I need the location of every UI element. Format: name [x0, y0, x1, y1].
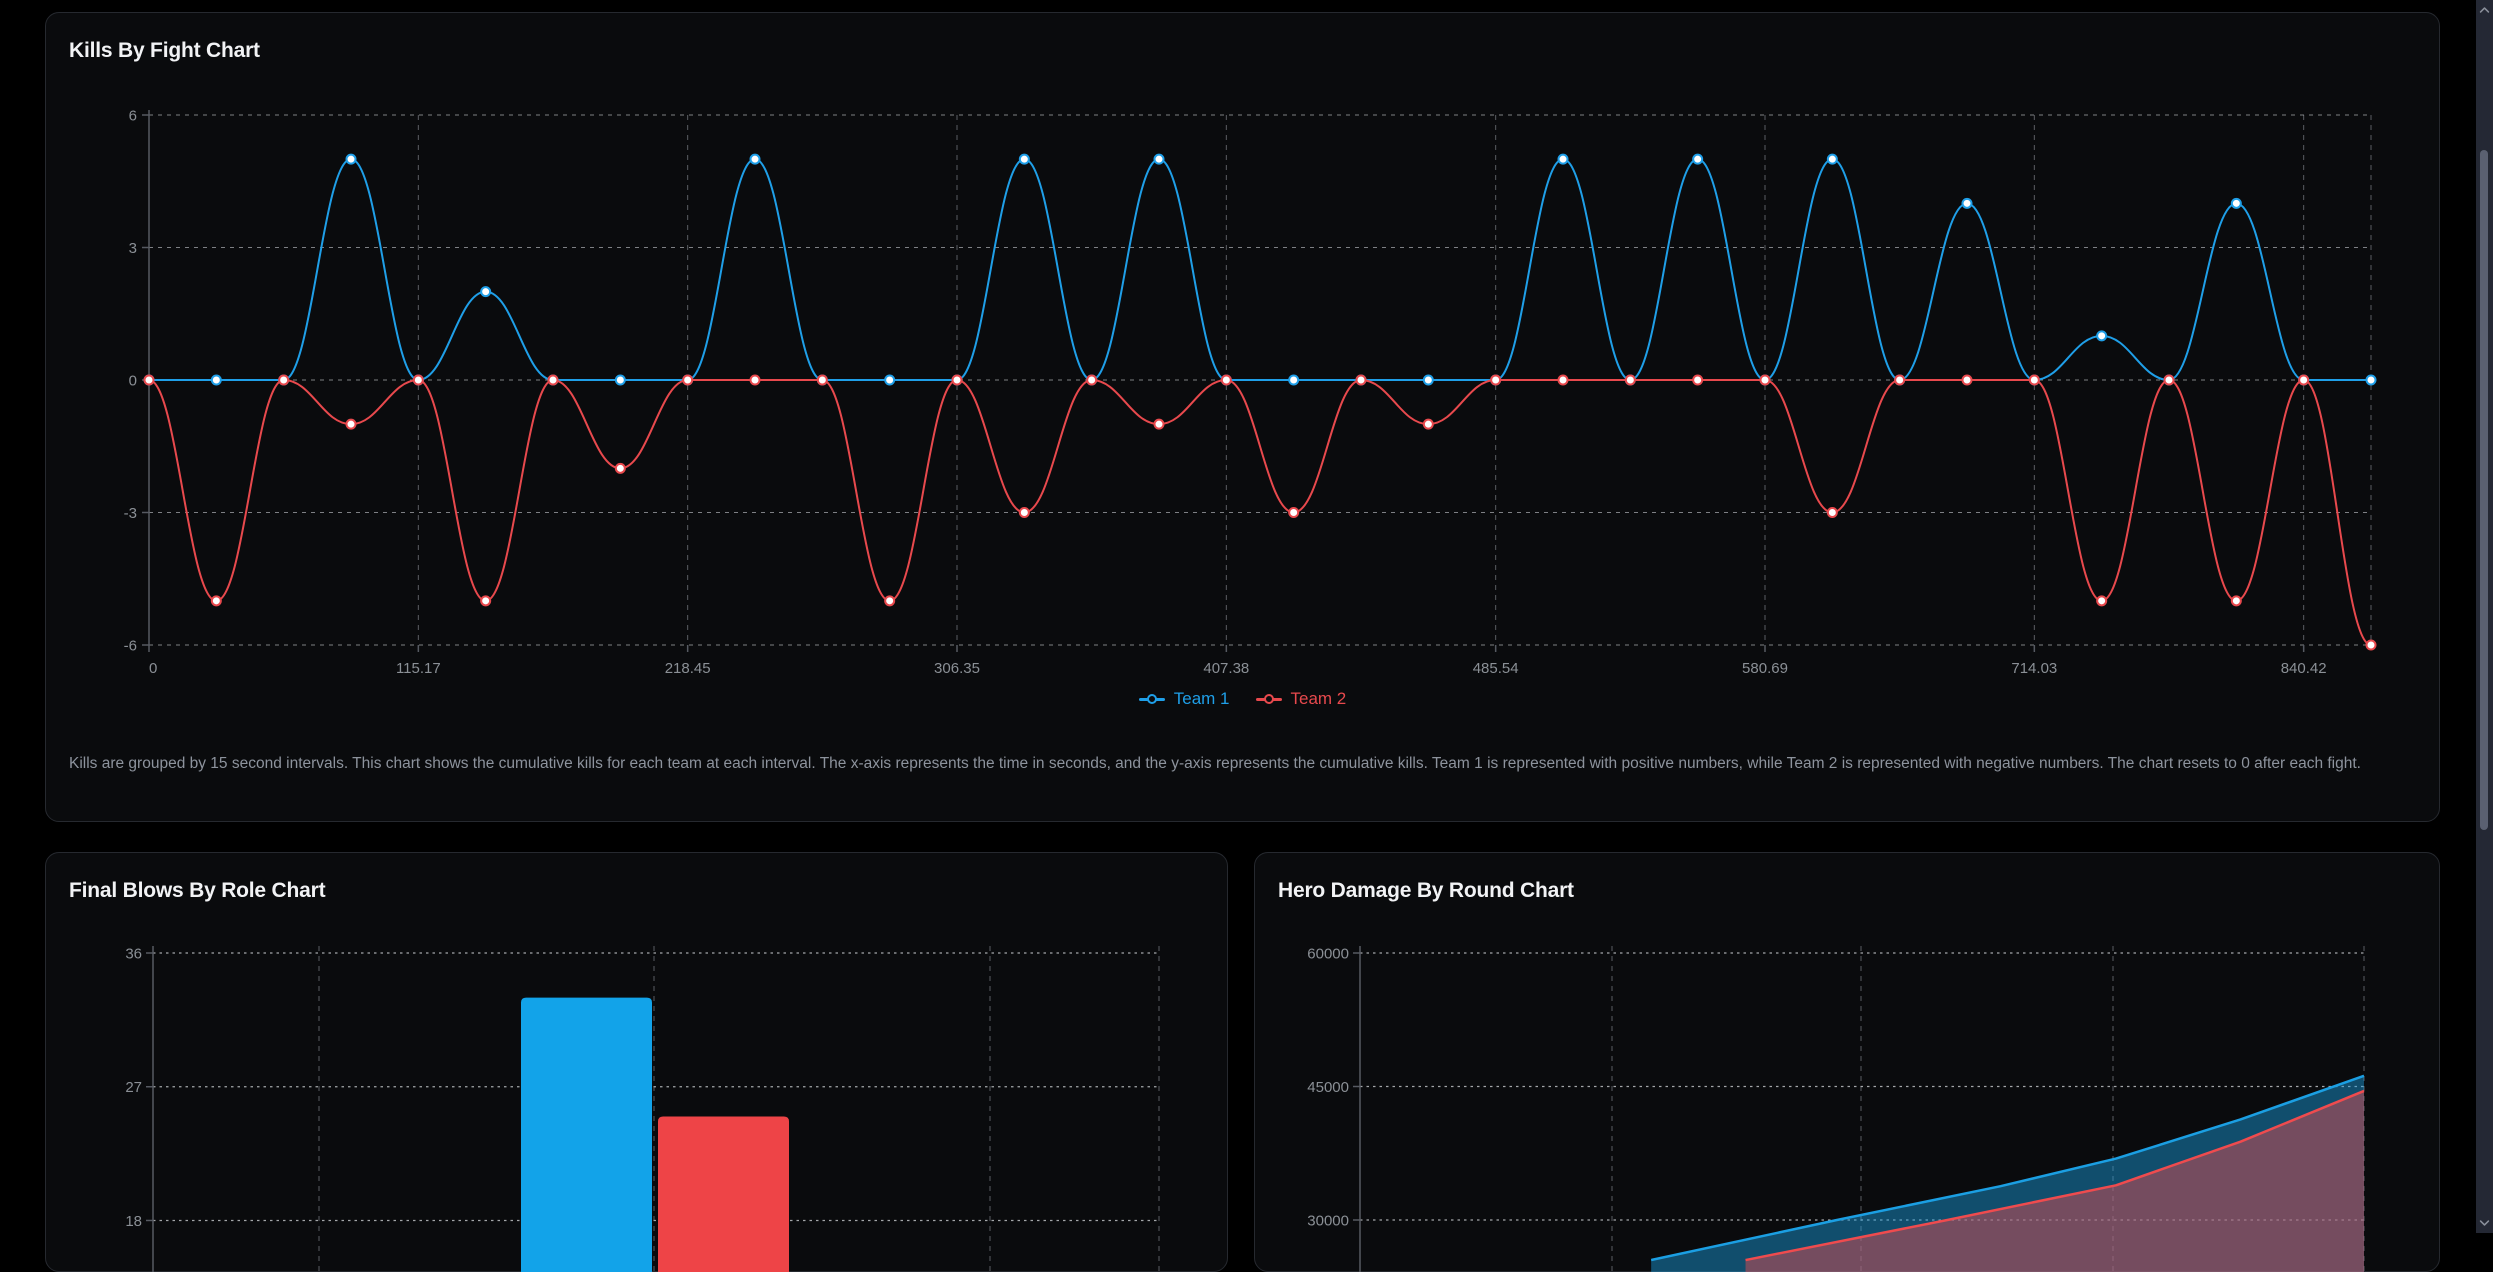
team2-data-point: [2030, 376, 2039, 385]
team2-data-point: [1222, 376, 1231, 385]
kills-by-fight-card: Kills By Fight Chart 6 3 0 -3 -6 0 115.17 218.4…: [45, 12, 2440, 822]
team2-data-point: [1828, 508, 1837, 517]
team1-data-point: [1424, 376, 1433, 385]
team1-data-point: [2232, 199, 2241, 208]
team2-data-point: [145, 376, 154, 385]
hero-damage-by-round-chart: 60000 45000 30000: [1255, 941, 2441, 1272]
team2-data-point: [751, 376, 760, 385]
chart-title-final-blows: Final Blows By Role Chart: [69, 879, 325, 903]
y-axis-tick-label: 45000: [1307, 1079, 1349, 1096]
team1-data-point: [2097, 331, 2106, 340]
team2-bar: [658, 1116, 789, 1272]
y-axis-tick-label: 3: [129, 240, 137, 257]
team1-data-point: [347, 155, 356, 164]
x-axis-tick-label: 485.54: [1473, 660, 1519, 677]
team1-data-point: [1020, 155, 1029, 164]
team1-data-point: [751, 155, 760, 164]
team2-data-point: [414, 376, 423, 385]
team2-data-point: [1155, 420, 1164, 429]
team2-data-point: [549, 376, 558, 385]
team1-data-point: [481, 287, 490, 296]
legend-label-team1: Team 1: [1174, 689, 1230, 709]
legend-label-team2: Team 2: [1291, 689, 1347, 709]
team2-data-point: [1424, 420, 1433, 429]
y-axis-tick-label: 30000: [1307, 1213, 1349, 1230]
kills-by-fight-chart: 6 3 0 -3 -6 0 115.17 218.45 306.35 407.38 485.54 58…: [46, 96, 2396, 711]
team2-data-point: [212, 596, 221, 605]
chart-title-hero-damage: Hero Damage By Round Chart: [1278, 879, 1574, 903]
scrollbar-thumb[interactable]: [2480, 150, 2488, 830]
team2-data-point: [616, 464, 625, 473]
team2-data-point: [1289, 508, 1298, 517]
y-axis-tick-label: -6: [124, 638, 137, 655]
team2-data-point: [279, 376, 288, 385]
team2-data-point: [1693, 376, 1702, 385]
team1-data-point: [2367, 376, 2376, 385]
x-axis-tick-label: 306.35: [934, 660, 980, 677]
y-axis-tick-label: 6: [129, 108, 137, 125]
y-axis-tick-label: 60000: [1307, 946, 1349, 963]
x-axis-tick-label: 580.69: [1742, 660, 1788, 677]
team2-data-point: [481, 596, 490, 605]
team2-data-point: [2299, 376, 2308, 385]
team2-data-point: [1491, 376, 1500, 385]
x-axis-tick-label: 0: [149, 660, 157, 677]
team1-data-point: [1155, 155, 1164, 164]
team1-data-point: [885, 376, 894, 385]
team1-data-point: [1693, 155, 1702, 164]
y-axis-tick-label: 36: [125, 946, 142, 963]
team2-data-point: [1087, 376, 1096, 385]
team1-data-point: [1828, 155, 1837, 164]
hero-damage-by-round-card: Hero Damage By Round Chart 60000 45000 300…: [1254, 852, 2440, 1272]
x-axis-tick-label: 714.03: [2011, 660, 2057, 677]
team2-data-point: [347, 420, 356, 429]
final-blows-by-role-chart: 36 27 18: [46, 941, 1229, 1272]
chart-legend: Team 1 Team 2: [46, 689, 2439, 709]
team2-data-point: [1559, 376, 1568, 385]
chevron-up-icon: [2479, 6, 2490, 14]
x-axis-tick-label: 218.45: [665, 660, 711, 677]
team2-data-point: [683, 376, 692, 385]
y-axis-tick-label: 0: [129, 373, 137, 390]
x-axis-tick-label: 407.38: [1203, 660, 1249, 677]
team2-data-point: [1357, 376, 1366, 385]
chevron-down-icon: [2479, 1219, 2490, 1227]
team2-data-point: [2165, 376, 2174, 385]
team2-data-point: [2367, 641, 2376, 650]
team2-data-point: [2097, 596, 2106, 605]
team2-data-point: [1963, 376, 1972, 385]
chart-description: Kills are grouped by 15 second intervals…: [69, 751, 2399, 776]
team2-data-point: [1895, 376, 1904, 385]
team1-data-point: [212, 376, 221, 385]
team2-data-point: [1020, 508, 1029, 517]
y-axis-tick-label: 27: [125, 1079, 142, 1096]
final-blows-by-role-card: Final Blows By Role Chart 36 27 18: [45, 852, 1228, 1272]
y-axis-tick-label: 18: [125, 1213, 142, 1230]
team1-bar: [521, 998, 652, 1272]
legend-item-team2[interactable]: Team 2: [1256, 689, 1347, 709]
y-axis-tick-label: -3: [124, 505, 137, 522]
legend-item-team1[interactable]: Team 1: [1139, 689, 1230, 709]
team2-data-point: [885, 596, 894, 605]
team1-data-point: [1559, 155, 1568, 164]
team2-data-point: [953, 376, 962, 385]
team2-data-point: [1761, 376, 1770, 385]
x-axis-tick-label: 115.17: [396, 660, 441, 677]
scroll-down-button[interactable]: [2476, 1215, 2493, 1231]
team1-data-point: [1963, 199, 1972, 208]
scrollbar-track[interactable]: [2476, 0, 2493, 1233]
team2-line-marker-icon: [1256, 694, 1282, 704]
team1-data-point: [1289, 376, 1298, 385]
team2-data-point: [2232, 596, 2241, 605]
team1-data-point: [616, 376, 625, 385]
scroll-up-button[interactable]: [2476, 2, 2493, 18]
team1-line-marker-icon: [1139, 694, 1165, 704]
team2-data-point: [1626, 376, 1635, 385]
team1-line: [149, 159, 2371, 380]
team2-data-point: [818, 376, 827, 385]
x-axis-tick-label: 840.42: [2281, 660, 2327, 677]
chart-title-kills-by-fight: Kills By Fight Chart: [69, 39, 260, 63]
